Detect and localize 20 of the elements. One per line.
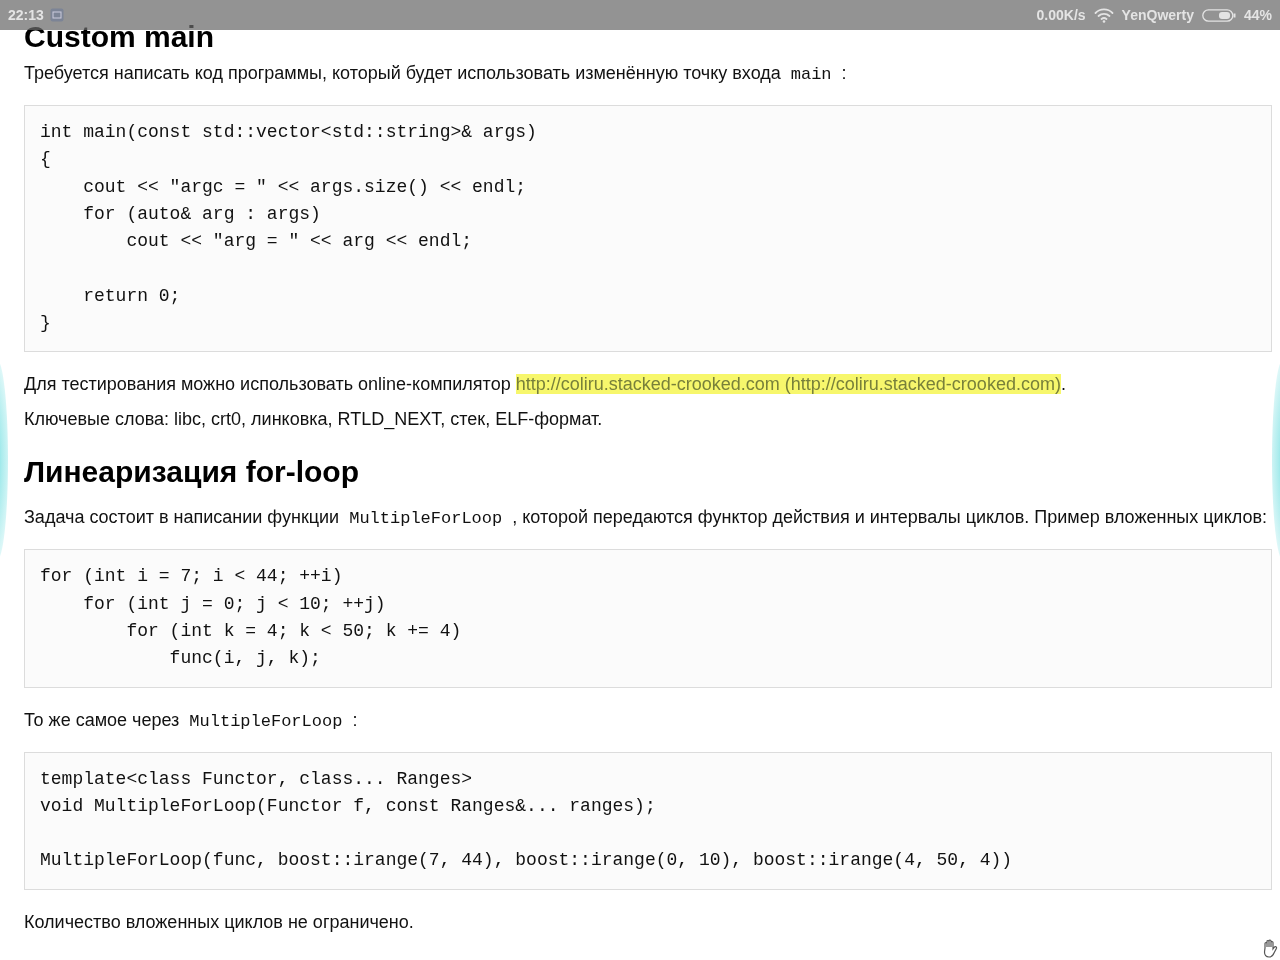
network-speed: 0.00K/s xyxy=(1036,7,1086,23)
wifi-name: YenQwerty xyxy=(1121,7,1194,23)
battery-percent: 44% xyxy=(1243,7,1272,23)
hand-icon[interactable] xyxy=(1261,939,1279,958)
section-heading: Custom main xyxy=(24,22,215,52)
battery-icon xyxy=(1201,8,1236,22)
paragraph: Ключевые слова: libc, crt0, линковка, RTLD_NEXT, стек, ELF-формат. xyxy=(24,408,604,432)
code-block: int main(const std::vector<std::string>& args) { cout << "argc = " << args.size() << endl; for (auto& arg : args) cout << "arg = " << arg << endl; return 0; } xyxy=(24,105,1272,353)
code-block: for (int i = 7; i < 44; ++i) for (int j = 0; j < 10; ++j) for (int k = 4; k < 50; k += 4) func(i, j, k); xyxy=(24,549,1272,688)
code-block: template<class Functor, class... Ranges> void MultipleForLoop(Functor f, const Ranges&... ranges); MultipleForLoop(func, boost::irange(7, 44), boost::irange(0, 10), boost::irange(4, 50, 4)) xyxy=(24,751,1272,890)
paragraph: Количество вложенных циклов не ограничено. xyxy=(24,910,415,934)
notification-icon xyxy=(49,8,64,22)
paragraph: Требуется написать код программы, который будет использовать изменённую точку входа main : xyxy=(24,62,848,86)
section-heading: Линеаризация for-loop xyxy=(24,454,359,491)
paragraph: Для тестирования можно использовать online-компилятор http://coliru.stacked-crooked.com (http://coliru.stacked-crooked.com). xyxy=(24,373,1067,397)
paragraph: То же самое через MultipleForLoop : xyxy=(24,708,359,733)
clock-time: 22:13 xyxy=(8,7,44,23)
link[interactable]: http://coliru.stacked-crooked.com (http://coliru.stacked-crooked.com) xyxy=(515,374,1061,395)
paragraph: Задача состоит в написании функции MultipleForLoop , которой передаются функтор действия и интервалы циклов. Пример вложенных циклов: xyxy=(24,506,1268,531)
wifi-icon xyxy=(1093,7,1114,23)
